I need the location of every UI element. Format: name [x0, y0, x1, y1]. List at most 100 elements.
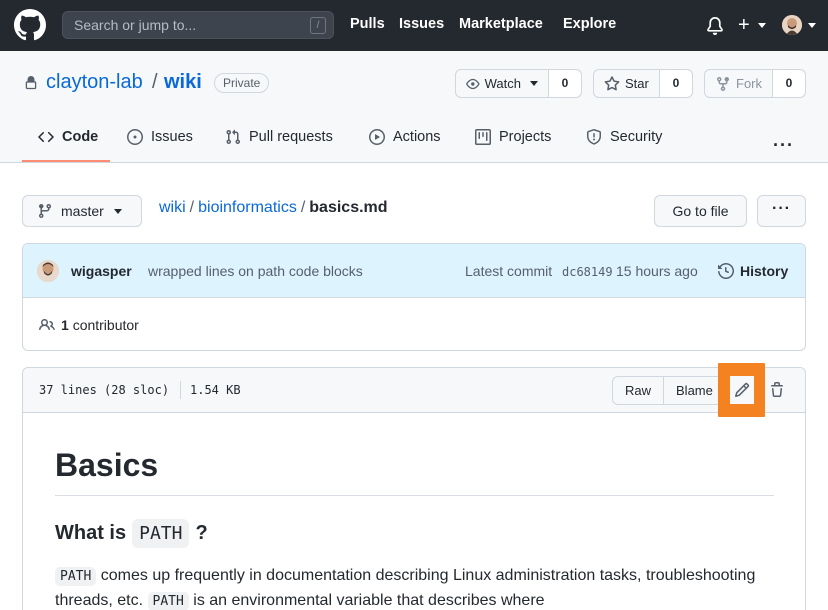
notifications-bell-icon[interactable] [706, 16, 724, 36]
commit-author-link[interactable]: wigasper [71, 263, 132, 279]
shield-icon [587, 129, 601, 145]
watch-label: Watch [484, 76, 521, 91]
markdown-h1: Basics [55, 447, 159, 483]
file-options-kebab-icon[interactable]: ··· [757, 195, 806, 227]
contributors-link[interactable]: 1 contributor [39, 317, 139, 333]
nav-pulls[interactable]: Pulls [350, 16, 385, 32]
lock-icon [25, 76, 37, 90]
visibility-badge: Private [214, 73, 270, 93]
breadcrumb-separator: / [189, 199, 195, 216]
eye-icon [466, 78, 480, 89]
people-icon [39, 318, 55, 331]
pencil-icon [734, 382, 750, 398]
file-header: 37 lines (28 sloc) 1.54 KB Raw Blame [23, 363, 805, 417]
tab-code-label: Code [62, 129, 99, 145]
file-size: 1.54 KB [190, 383, 241, 397]
history-clock-icon [718, 263, 734, 279]
star-label: Star [625, 76, 649, 91]
repo-tabs: Code Issues Pull requests Actions Projec… [0, 125, 828, 163]
file-line-count: 37 lines (28 sloc) [39, 383, 170, 397]
history-link[interactable]: History [718, 263, 788, 279]
code-icon [38, 131, 54, 143]
heading-divider [55, 495, 774, 496]
paragraph-inline-code: PATH [147, 592, 189, 610]
fork-button-group: Fork 0 [704, 69, 806, 98]
paragraph-text: is an environmental variable that descri… [188, 592, 545, 609]
tab-projects[interactable]: Projects [475, 129, 551, 145]
search-placeholder: Search or jump to... [74, 17, 197, 33]
fork-label: Fork [736, 76, 762, 91]
fork-icon [717, 76, 729, 91]
pull-request-icon [226, 129, 241, 145]
global-header: Search or jump to... / Pulls Issues Mark… [0, 0, 828, 51]
file-info-divider [180, 381, 181, 399]
branch-select-button[interactable]: master [22, 195, 142, 227]
branch-name: master [61, 203, 104, 219]
star-icon [604, 75, 620, 90]
tab-security-label: Security [610, 129, 663, 145]
latest-commit-box: wigasper wrapped lines on path code bloc… [22, 243, 806, 351]
watch-button[interactable]: Watch [456, 70, 549, 97]
breadcrumb-folder-link[interactable]: bioinformatics [198, 199, 297, 216]
project-icon [475, 129, 491, 145]
git-branch-icon [38, 204, 51, 219]
go-to-file-button[interactable]: Go to file [654, 195, 747, 227]
history-label: History [740, 263, 789, 279]
tab-actions[interactable]: Actions [369, 129, 441, 145]
nav-marketplace[interactable]: Marketplace [459, 16, 543, 32]
watch-button-group: Watch 0 [455, 69, 582, 98]
tab-projects-label: Projects [499, 129, 552, 145]
edit-file-button[interactable] [730, 376, 754, 404]
repo-name-link[interactable]: wiki [164, 71, 202, 94]
raw-button[interactable]: Raw [613, 377, 665, 404]
raw-blame-group: Raw Blame [612, 376, 726, 405]
nav-explore[interactable]: Explore [563, 16, 616, 32]
commit-sha-link[interactable]: dc68149 [562, 265, 613, 279]
h2-prefix: What is [55, 522, 127, 544]
fork-button[interactable]: Fork [705, 70, 773, 97]
branch-caret-icon [113, 208, 122, 214]
play-icon [369, 129, 385, 145]
search-input[interactable]: Search or jump to... / [62, 11, 334, 39]
tab-code[interactable]: Code [38, 129, 98, 145]
nav-issues[interactable]: Issues [399, 16, 444, 32]
tab-issues[interactable]: Issues [127, 129, 193, 145]
fork-count[interactable]: 0 [773, 70, 805, 97]
star-button[interactable]: Star [594, 70, 660, 97]
tabs-overflow-menu-icon[interactable]: ··· [773, 135, 794, 156]
commit-message-link[interactable]: wrapped lines on path code blocks [148, 263, 363, 279]
tab-security[interactable]: Security [586, 129, 662, 145]
user-menu-caret-icon[interactable] [808, 23, 816, 28]
search-shortcut-key: / [310, 17, 326, 34]
breadcrumb-current-file: basics.md [309, 199, 388, 216]
star-count[interactable]: 0 [659, 70, 692, 97]
user-avatar[interactable] [782, 15, 802, 35]
issue-icon [127, 129, 143, 145]
repo-owner-link[interactable]: clayton-lab [46, 71, 143, 94]
edit-file-button-highlight[interactable] [718, 363, 765, 417]
tab-pull-requests[interactable]: Pull requests [225, 129, 333, 145]
markdown-paragraph: PATH comes up frequently in documentatio… [55, 564, 774, 610]
trash-icon[interactable] [769, 382, 785, 398]
tab-issues-label: Issues [151, 129, 193, 145]
contributors-label: contributor [72, 317, 139, 333]
markdown-h2: What is PATH ? [55, 519, 208, 548]
h2-inline-code: PATH [132, 519, 190, 548]
breadcrumb: wiki / bioinformatics / basics.md [159, 199, 388, 217]
contributors-count: 1 [61, 317, 69, 333]
commit-author-avatar[interactable] [37, 260, 59, 282]
repo-header: clayton-lab / wiki Private Watch 0 Star … [0, 51, 828, 163]
file-viewer: 37 lines (28 sloc) 1.54 KB Raw Blame Bas… [22, 363, 806, 610]
h2-suffix: ? [195, 522, 208, 544]
blame-button[interactable]: Blame [664, 377, 725, 404]
breadcrumb-separator: / [300, 199, 306, 216]
tab-actions-label: Actions [393, 129, 441, 145]
paragraph-inline-code: PATH [55, 567, 97, 586]
tab-pull-requests-label: Pull requests [249, 129, 333, 145]
github-logo-icon[interactable] [14, 9, 46, 41]
create-new-caret-icon[interactable] [758, 23, 766, 28]
latest-commit-label: Latest commit [465, 263, 553, 279]
watch-count[interactable]: 0 [549, 70, 581, 97]
create-new-plus-icon[interactable]: + [738, 13, 750, 37]
breadcrumb-repo-link[interactable]: wiki [159, 199, 186, 216]
